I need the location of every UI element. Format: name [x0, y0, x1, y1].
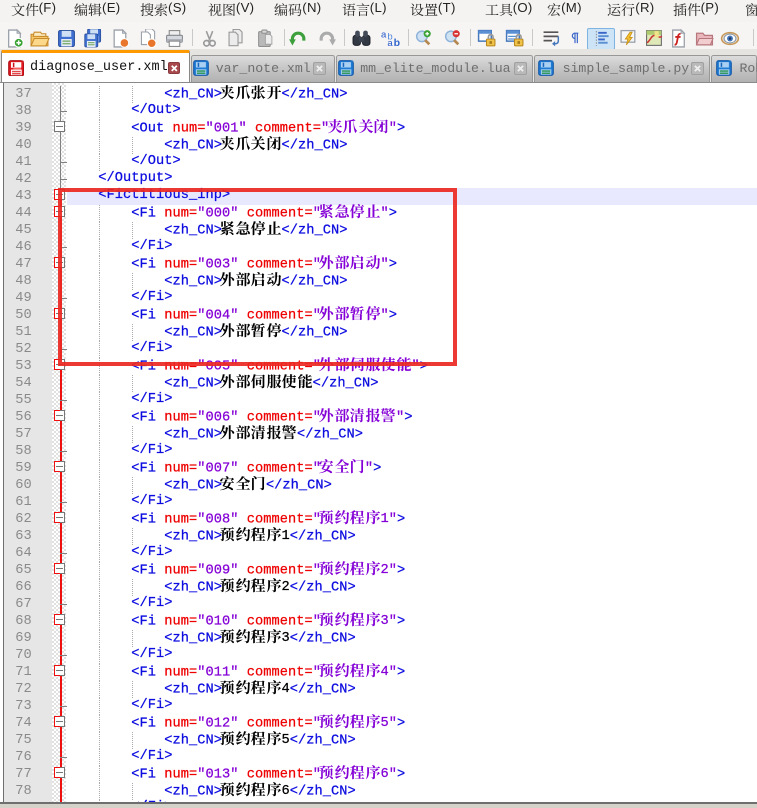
- svg-text:b: b: [394, 36, 401, 47]
- svg-text:a: a: [381, 29, 387, 40]
- svg-text:a: a: [387, 37, 393, 47]
